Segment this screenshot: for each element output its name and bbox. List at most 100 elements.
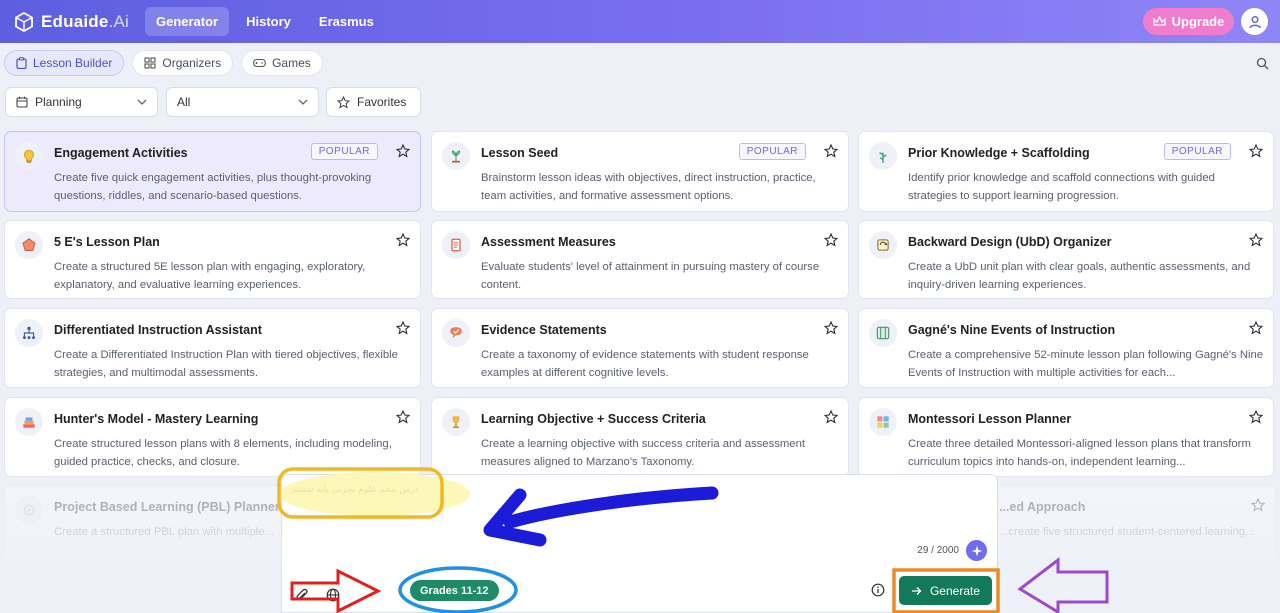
card-description: Create a structured 5E lesson plan with … bbox=[54, 261, 366, 291]
attach-button[interactable] bbox=[293, 586, 311, 604]
tool-icon bbox=[869, 231, 897, 259]
tool-icon bbox=[869, 319, 897, 347]
clipboard-icon bbox=[16, 57, 27, 69]
tool-icon bbox=[15, 142, 43, 170]
card-description: Evaluate students' level of attainment i… bbox=[481, 261, 820, 291]
card-description: Create a taxonomy of evidence statements… bbox=[481, 349, 809, 379]
tool-card[interactable]: Prior Knowledge + Scaffolding Identify pr… bbox=[858, 131, 1274, 212]
card-description: Create five quick engagement activities,… bbox=[54, 172, 372, 202]
upgrade-label: Upgrade bbox=[1171, 14, 1225, 29]
favorite-star-icon[interactable] bbox=[395, 409, 411, 424]
user-avatar[interactable] bbox=[1241, 8, 1268, 35]
category-value: Planning bbox=[35, 95, 82, 109]
nav-generator[interactable]: Generator bbox=[144, 7, 230, 36]
nav-erasmus[interactable]: Erasmus bbox=[308, 7, 385, 36]
paperclip-icon bbox=[296, 588, 308, 599]
grade-level-selector[interactable]: Grades 11-12 bbox=[410, 580, 499, 601]
tool-icon bbox=[15, 231, 43, 259]
tool-card[interactable]: Gagné's Nine Events of Instruction Create… bbox=[858, 308, 1274, 388]
tool-card[interactable]: Assessment Measures Evaluate students' le… bbox=[431, 220, 849, 299]
tool-card[interactable]: Lesson Seed Brainstorm lesson ideas with … bbox=[431, 131, 849, 212]
card-description: Create structured lesson plans with 8 el… bbox=[54, 438, 392, 468]
favorite-star-icon[interactable] bbox=[1248, 232, 1264, 247]
web-search-button[interactable] bbox=[324, 586, 342, 604]
char-counter: 29 / 2000 bbox=[917, 545, 959, 556]
card-title: Backward Design (UbD) Organizer bbox=[908, 235, 1112, 249]
upgrade-button[interactable]: Upgrade bbox=[1143, 8, 1234, 35]
card-description: Brainstorm lesson ideas with objectives,… bbox=[481, 172, 816, 202]
favorite-star-icon[interactable] bbox=[1248, 143, 1264, 158]
tool-icon bbox=[15, 408, 43, 436]
tab-organizers[interactable]: Organizers bbox=[132, 50, 234, 76]
enhance-prompt-button[interactable] bbox=[966, 540, 987, 561]
tool-icon bbox=[15, 319, 43, 347]
arrow-right-icon bbox=[911, 586, 922, 595]
top-nav-bar: Eduaide.Ai Generator History Erasmus Upg… bbox=[0, 0, 1280, 43]
nav-history[interactable]: History bbox=[235, 7, 302, 36]
card-title: Lesson Seed bbox=[481, 146, 559, 160]
tool-card[interactable]: Hunter's Model - Mastery Learning Create … bbox=[4, 397, 421, 477]
calendar-icon bbox=[16, 96, 28, 108]
user-icon bbox=[1248, 15, 1261, 28]
card-title: 5 E's Lesson Plan bbox=[54, 235, 160, 249]
card-description: Create three detailed Montessori-aligned… bbox=[908, 438, 1251, 468]
card-description: Create a learning objective with success… bbox=[481, 438, 805, 468]
info-icon bbox=[871, 583, 885, 597]
search-icon bbox=[1256, 57, 1268, 69]
card-title: Evidence Statements bbox=[481, 323, 607, 337]
category-select[interactable]: Planning bbox=[5, 87, 158, 117]
tool-card[interactable]: 5 E's Lesson Plan Create a structured 5E … bbox=[4, 220, 421, 299]
globe-icon bbox=[326, 588, 340, 602]
generate-label: Generate bbox=[929, 583, 981, 598]
tool-icon bbox=[442, 408, 470, 436]
favorite-star-icon[interactable] bbox=[395, 232, 411, 247]
tool-card[interactable]: Engagement Activities Create five quick e… bbox=[4, 131, 421, 212]
main-nav: Generator History Erasmus bbox=[144, 7, 385, 36]
favorite-star-icon[interactable] bbox=[823, 143, 839, 158]
crown-icon bbox=[1152, 16, 1166, 26]
favorite-star-icon[interactable] bbox=[823, 409, 839, 424]
tool-icon bbox=[442, 231, 470, 259]
scope-select[interactable]: All bbox=[166, 87, 319, 117]
logo-icon bbox=[15, 11, 33, 32]
card-description: Create a Differentiated Instruction Plan… bbox=[54, 349, 398, 379]
tool-icon bbox=[442, 319, 470, 347]
favorite-star-icon[interactable] bbox=[1248, 409, 1264, 424]
builder-tabs: Lesson Builder Organizers Games bbox=[4, 50, 323, 76]
info-button[interactable] bbox=[871, 583, 885, 597]
chevron-down-icon bbox=[298, 99, 308, 105]
favorite-star-icon[interactable] bbox=[823, 320, 839, 335]
tab-games[interactable]: Games bbox=[241, 50, 323, 76]
grid-icon bbox=[144, 57, 156, 69]
favorite-star-icon[interactable] bbox=[395, 143, 411, 158]
brand-name: Eduaide.Ai bbox=[41, 11, 129, 31]
card-title: Prior Knowledge + Scaffolding bbox=[908, 146, 1090, 160]
generate-button[interactable]: Generate bbox=[899, 576, 992, 605]
card-title: Differentiated Instruction Assistant bbox=[54, 323, 262, 337]
tool-card[interactable]: Backward Design (UbD) Organizer Create a … bbox=[858, 220, 1274, 299]
favorite-star-icon[interactable] bbox=[1248, 320, 1264, 335]
tool-card[interactable]: Differentiated Instruction Assistant Crea… bbox=[4, 308, 421, 388]
card-description: Identify prior knowledge and scaffold co… bbox=[908, 172, 1215, 202]
gamepad-icon bbox=[253, 58, 266, 68]
tab-label: Lesson Builder bbox=[33, 56, 113, 70]
favorites-button[interactable]: Favorites bbox=[326, 87, 421, 117]
tool-icon bbox=[442, 142, 470, 170]
card-title: Assessment Measures bbox=[481, 235, 616, 249]
tool-icon bbox=[869, 408, 897, 436]
tool-card[interactable]: Montessori Lesson Planner Create three de… bbox=[858, 397, 1274, 477]
prompt-input[interactable]: درس پنجم علوم تجربی پایه ششم bbox=[292, 485, 419, 495]
brand-logo[interactable]: Eduaide.Ai bbox=[14, 11, 129, 32]
favorite-star-icon[interactable] bbox=[395, 320, 411, 335]
favorite-star-icon[interactable] bbox=[823, 232, 839, 247]
popular-badge: POPULAR bbox=[310, 143, 378, 160]
card-title: Montessori Lesson Planner bbox=[908, 412, 1072, 426]
tab-lesson-builder[interactable]: Lesson Builder bbox=[4, 50, 125, 76]
popular-badge: POPULAR bbox=[1163, 143, 1231, 160]
tool-card[interactable]: Learning Objective + Success Criteria Cre… bbox=[431, 397, 849, 477]
tool-card[interactable]: Evidence Statements Create a taxonomy of … bbox=[431, 308, 849, 388]
search-button[interactable] bbox=[1251, 52, 1273, 74]
card-title: Engagement Activities bbox=[54, 146, 188, 160]
tool-icon bbox=[869, 142, 897, 170]
chevron-down-icon bbox=[137, 99, 147, 105]
